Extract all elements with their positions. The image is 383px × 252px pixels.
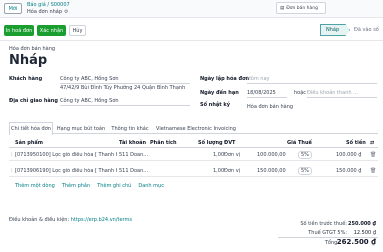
tab-other-info[interactable]: Thông tin khác (109, 122, 151, 134)
untaxed-label: Số tiền trước thuế: (300, 221, 347, 227)
customer-underline (60, 83, 190, 84)
lines-table-header: Sản phẩm Tài khoản Phân tích Số lượng ĐV… (9, 138, 378, 148)
row-price[interactable]: 100.000,00 (257, 152, 286, 158)
add-note-link[interactable]: Thêm ghi chú (97, 183, 131, 189)
due-date-underline (247, 97, 287, 98)
row-price[interactable]: 150.000,00 (257, 168, 286, 174)
due-date-label: Ngày đến hạn (200, 90, 239, 96)
or-label: hoặc (294, 90, 307, 96)
row-quantity[interactable]: 1,00 (213, 152, 224, 158)
form-sheet: Hóa đơn bán hàng Nháp Khách hàng Công ty… (3, 44, 380, 252)
col-product[interactable]: Sản phẩm (15, 140, 43, 146)
status-draft[interactable]: Nháp (320, 24, 350, 36)
col-account[interactable]: Tài khoản (119, 140, 146, 146)
top-bar: Mới Báo giá / S00007 Hóa đơn nháp ⚙ ▤ Đơ… (0, 0, 383, 18)
col-quantity[interactable]: Số lượng (198, 140, 223, 146)
payment-terms-field[interactable]: Điều khoản thanh ... (307, 90, 358, 96)
row-uom[interactable]: Đơn vị (224, 152, 240, 158)
col-amount[interactable]: Số tiền (346, 140, 366, 146)
breadcrumb[interactable]: Báo giá / S00007 (27, 2, 70, 8)
invoice-date-field[interactable]: Hôm nay (247, 76, 269, 82)
drag-handle-icon[interactable]: ⁞ (11, 168, 13, 174)
col-price[interactable]: Giá (287, 140, 296, 146)
page-title: Nháp (9, 53, 48, 68)
row-amount: 150.000 ₫ (336, 168, 362, 174)
col-tax[interactable]: Thuế (298, 140, 312, 146)
record-subtitle: Hóa đơn nháp ⚙ (27, 9, 69, 15)
trash-icon[interactable]: 🗑 (370, 168, 376, 174)
journal-label: Sổ nhật ký (200, 102, 230, 108)
journal-field[interactable]: Hóa đơn bán hàng (247, 104, 293, 110)
row-tax-tag[interactable]: 5% (298, 151, 312, 159)
delivery-address-field[interactable]: Công ty ABC, Hồng Sơn (60, 98, 119, 104)
col-analytic[interactable]: Phân tích (150, 140, 177, 146)
notebook-tabs: Chi tiết hóa đơn Hạng mục bút toán Thông… (9, 122, 378, 135)
record-subtitle-text: Hóa đơn nháp (27, 9, 63, 15)
row-tax-tag[interactable]: 5% (298, 167, 312, 175)
row-amount: 100.000 ₫ (336, 152, 362, 158)
untaxed-amount: 250.000 ₫ (348, 221, 376, 227)
pinned-sale-order-label: Đơn bán hàng (286, 5, 319, 11)
customer-label: Khách hàng (9, 76, 43, 82)
row-account[interactable]: 511 Doan... (119, 168, 149, 174)
gear-icon[interactable]: ⚙ (64, 9, 68, 15)
action-bar: In hoá đơn Xác nhận Hủy Nháp Đã vào số (0, 19, 383, 41)
delivery-underline (60, 105, 190, 106)
row-uom[interactable]: Đơn vị (224, 168, 240, 174)
delivery-address-label: Địa chỉ giao hàng (9, 98, 58, 104)
tax-amount: 12.500 ₫ (353, 230, 376, 236)
drag-handle-icon[interactable]: ⁞ (11, 152, 13, 158)
customer-field[interactable]: Công ty ABC, Hồng Sơn (60, 76, 119, 82)
terms-label: Điều khoản & điều kiện: (9, 217, 70, 223)
row-product[interactable]: [0713950100] Lọc gió điều hòa [ Thanh h.… (15, 152, 117, 158)
print-invoice-button[interactable]: In hoá đơn (4, 25, 34, 36)
invoice-date-underline (247, 83, 377, 84)
col-uom[interactable]: ĐVT (224, 140, 235, 146)
table-row[interactable]: ⁞ [0713906190] Lọc gió điều hòa [ Thanh … (9, 165, 378, 177)
total-amount: 262.500 ₫ (336, 238, 376, 246)
terms-link[interactable]: https://erp.b24.vn/terms (71, 217, 132, 223)
invoice-date-label: Ngày lập hóa đơn (200, 76, 250, 82)
tab-journal-items[interactable]: Hạng mục bút toán (55, 122, 107, 134)
trash-icon[interactable]: 🗑 (370, 152, 376, 158)
document-type: Hóa đơn bán hàng (9, 46, 56, 52)
new-button[interactable]: Mới (4, 3, 22, 14)
document-icon: ▤ (280, 5, 285, 11)
row-account[interactable]: 511 Doan... (119, 152, 149, 158)
terms-conditions: Điều khoản & điều kiện: https://erp.b24.… (9, 217, 132, 223)
add-line-link[interactable]: Thêm một dòng (15, 183, 55, 189)
tab-invoice-lines[interactable]: Chi tiết hóa đơn (9, 122, 53, 135)
add-section-link[interactable]: Thêm phần (62, 183, 90, 189)
add-line-links: Thêm một dòng Thêm phần Thêm ghi chú Dan… (15, 183, 164, 189)
customer-address: 47/42/9 Bùi Đình Túy Phường 24 Quận Bình… (60, 85, 186, 91)
payment-terms-underline (307, 97, 377, 98)
table-row[interactable]: ⁞ [0713950100] Lọc gió điều hòa [ Thanh … (9, 149, 378, 161)
tax-label: Thuế GTGT 5%: (308, 230, 347, 236)
confirm-button[interactable]: Xác nhận (37, 25, 66, 36)
cancel-button[interactable]: Hủy (69, 25, 86, 36)
catalog-link[interactable]: Danh mục (138, 183, 164, 189)
status-posted[interactable]: Đã vào số (349, 24, 383, 36)
column-settings-icon[interactable]: ⇄ (370, 140, 374, 146)
pinned-sale-order-button[interactable]: ▤ Đơn bán hàng (276, 2, 326, 14)
row-quantity[interactable]: 1,00 (213, 168, 224, 174)
due-date-field[interactable]: 18/08/2025 (247, 90, 276, 96)
tab-e-invoicing[interactable]: Vietnamese Electronic Invoicing (153, 122, 239, 134)
row-product[interactable]: [0713906190] Lọc gió điều hòa [ Thanh h.… (15, 168, 117, 174)
